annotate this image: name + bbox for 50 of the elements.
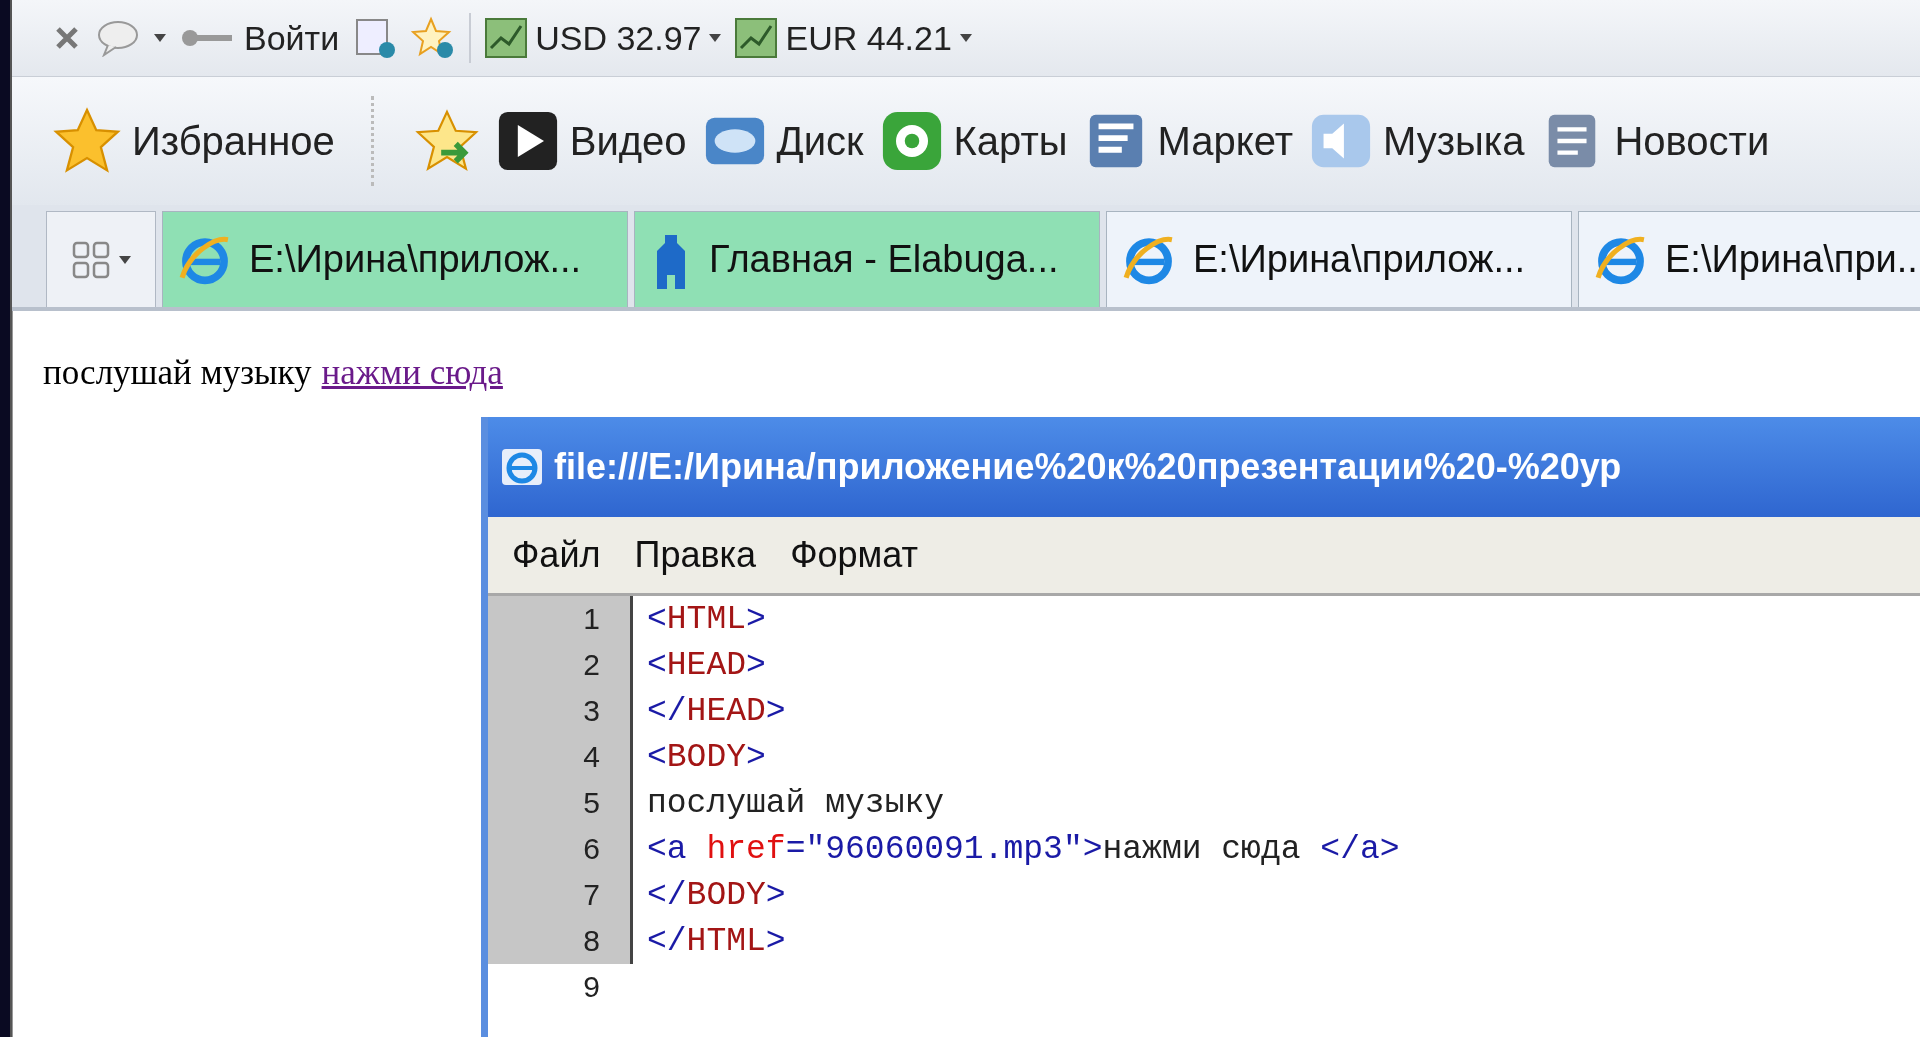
service-link[interactable]: Карты bbox=[879, 109, 1068, 173]
caret-icon bbox=[119, 255, 131, 264]
star-icon[interactable] bbox=[411, 16, 456, 60]
line-number: 9 bbox=[582, 969, 601, 1005]
line-number: 8 bbox=[488, 918, 633, 964]
code-line: </HEAD> bbox=[646, 692, 786, 730]
code-line: </BODY> bbox=[646, 876, 786, 914]
star-arrow-icon[interactable] bbox=[413, 109, 480, 173]
dropdown-caret-icon[interactable] bbox=[154, 34, 166, 42]
grid-icon bbox=[71, 239, 111, 280]
menu-item[interactable]: Файл bbox=[502, 534, 611, 576]
chart-icon bbox=[735, 18, 778, 58]
page-text: послушай музыку bbox=[43, 353, 312, 393]
code-line: </HTML> bbox=[646, 922, 786, 960]
chart-icon bbox=[485, 18, 528, 58]
service-link[interactable]: Диск bbox=[702, 109, 864, 173]
browser-tab[interactable]: E:\Ирина\при... bbox=[1578, 211, 1920, 307]
music-link[interactable]: нажми сюда bbox=[321, 353, 503, 393]
code-line: <a href="96060091.mp3">нажми сюда </a> bbox=[646, 830, 1400, 868]
favorites-button[interactable]: Избранное bbox=[52, 107, 335, 175]
currency-rate-button[interactable]: EUR 44.21 bbox=[735, 18, 972, 58]
tab-grid-button[interactable] bbox=[46, 211, 156, 307]
service-link[interactable]: Новости bbox=[1540, 109, 1770, 173]
browser-tab[interactable]: E:\Ирина\прилож... bbox=[1106, 211, 1572, 307]
line-number: 7 bbox=[488, 872, 633, 918]
caret-icon bbox=[709, 34, 722, 42]
login-button[interactable]: Войти bbox=[180, 18, 340, 58]
caret-icon bbox=[959, 34, 972, 42]
service-link[interactable]: Видео bbox=[495, 109, 687, 173]
service-link[interactable]: Музыка bbox=[1308, 109, 1525, 173]
code-line: послушай музыку bbox=[646, 784, 945, 822]
line-number: 5 bbox=[488, 780, 633, 826]
menu-item[interactable]: Формат bbox=[780, 534, 928, 576]
line-number: 1 bbox=[488, 596, 633, 642]
service-link[interactable]: Маркет bbox=[1083, 109, 1293, 173]
currency-rate-button[interactable]: USD 32.97 bbox=[485, 18, 722, 58]
code-line: <HEAD> bbox=[646, 646, 766, 684]
speech-bubble-icon[interactable] bbox=[96, 19, 140, 57]
line-number: 6 bbox=[488, 826, 633, 872]
window-title: file:///E:/Ирина/приложение%20к%20презентации%20-%20ур bbox=[554, 446, 1622, 488]
menu-item[interactable]: Правка bbox=[624, 534, 767, 576]
star-icon bbox=[52, 107, 122, 175]
code-line: <BODY> bbox=[646, 738, 766, 776]
document-icon[interactable] bbox=[353, 16, 398, 60]
line-number: 4 bbox=[488, 734, 633, 780]
line-number: 3 bbox=[488, 688, 633, 734]
browser-tab[interactable]: E:\Ирина\прилож... bbox=[162, 211, 628, 307]
code-line: <HTML> bbox=[646, 600, 766, 638]
browser-tab[interactable]: Главная - Elabuga... bbox=[634, 211, 1100, 307]
line-number: 2 bbox=[488, 642, 633, 688]
